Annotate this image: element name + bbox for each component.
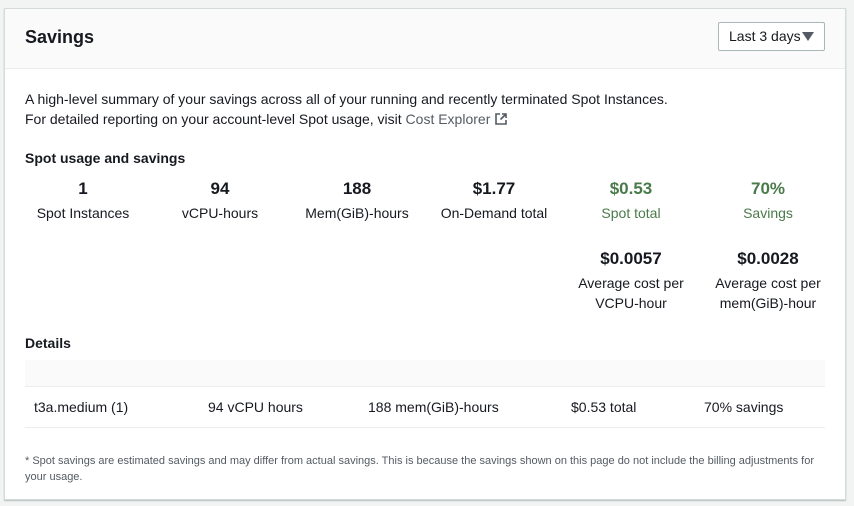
metric-spot-total: $0.53 Spot total	[561, 178, 701, 223]
cell-vcpu-hours: 94 vCPU hours	[208, 399, 303, 415]
panel-title: Savings	[25, 27, 95, 47]
intro-line-2-text: For detailed reporting on your account-l…	[25, 111, 406, 127]
date-range-select[interactable]: Last 3 days	[718, 22, 825, 51]
metric-label: Mem(GiB)-hours	[305, 205, 409, 221]
metric-savings: 70% Savings	[698, 178, 838, 223]
metric-avg-cost-vcpu: $0.0057 Average cost per VCPU-hour	[561, 248, 701, 313]
metric-value: 188	[342, 179, 372, 198]
metric-label: Savings	[743, 205, 793, 221]
savings-panel: Savings Last 3 days A high-level summary…	[4, 8, 846, 500]
metric-label-line-2: mem(GiB)-hour	[719, 295, 817, 311]
table-row: t3a.medium (1) 94 vCPU hours 188 mem(GiB…	[25, 387, 825, 428]
metric-label-line-1: Average cost per	[715, 275, 821, 291]
metric-vcpu-hours: 94 vCPU-hours	[150, 178, 290, 223]
metric-value: 70%	[750, 179, 786, 198]
metric-on-demand-total: $1.77 On-Demand total	[424, 178, 564, 223]
metric-value: $0.0057	[600, 249, 662, 268]
details-table-header	[25, 360, 825, 387]
intro-line-2: For detailed reporting on your account-l…	[25, 109, 668, 129]
intro-line-1: A high-level summary of your savings acr…	[25, 91, 668, 107]
usage-heading: Spot usage and savings	[25, 150, 186, 166]
metric-label: Spot Instances	[36, 205, 130, 221]
metric-value: 94	[210, 179, 230, 198]
panel-header: Savings Last 3 days	[5, 9, 845, 69]
cell-total: $0.53 total	[571, 399, 637, 415]
metric-label: Spot total	[601, 205, 661, 221]
metric-label-line-1: Average cost per	[578, 275, 684, 291]
metric-value: $1.77	[472, 179, 516, 198]
metric-value: 1	[78, 179, 88, 198]
cell-savings: 70% savings	[704, 399, 784, 415]
metric-value: $0.53	[609, 179, 653, 198]
metric-label: vCPU-hours	[181, 205, 259, 221]
cost-explorer-link-label: Cost Explorer	[405, 111, 491, 127]
cell-instance-type: t3a.medium (1)	[34, 399, 129, 415]
cost-explorer-link[interactable]: Cost Explorer	[406, 111, 509, 127]
cell-mem-hours: 188 mem(GiB)-hours	[368, 399, 499, 415]
metric-spot-instances: 1 Spot Instances	[13, 178, 153, 223]
caret-down-icon	[802, 32, 814, 41]
metric-label-line-2: VCPU-hour	[595, 295, 667, 311]
metric-value: $0.0028	[737, 249, 799, 268]
details-heading: Details	[25, 335, 71, 351]
metric-mem-hours: 188 Mem(GiB)-hours	[287, 178, 427, 223]
metric-label: On-Demand total	[440, 205, 548, 221]
intro-text: A high-level summary of your savings acr…	[25, 89, 668, 129]
date-range-value: Last 3 days	[729, 28, 801, 44]
footnote: * Spot savings are estimated savings and…	[25, 455, 814, 483]
metric-avg-cost-mem: $0.0028 Average cost per mem(GiB)-hour	[698, 248, 838, 313]
external-link-icon	[495, 113, 508, 125]
